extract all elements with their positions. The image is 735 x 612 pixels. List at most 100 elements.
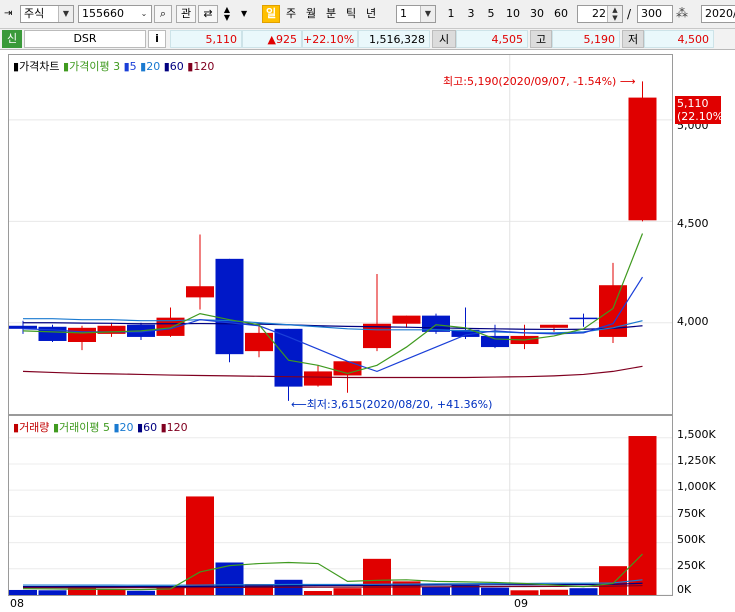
watchlist-label: 관: [180, 7, 192, 20]
stock-code-input[interactable]: 155660 ⌄: [78, 5, 152, 23]
ma20-period: 20: [146, 60, 161, 73]
market-type-value: 주식: [24, 7, 45, 20]
vol-ma120-period: 120: [166, 421, 188, 434]
candle-body-6: [186, 286, 214, 298]
y-tick-4500: 4,500: [677, 217, 709, 230]
vol-tick-250k: 250K: [677, 559, 706, 572]
volume-bar-14: [422, 586, 450, 595]
volume-bar-12: [363, 558, 391, 595]
x-tick-september: 09: [514, 597, 528, 610]
candle-body-21: [628, 97, 657, 221]
search-button[interactable]: ⌕: [154, 5, 172, 23]
period-tab-5[interactable]: 년: [362, 5, 380, 23]
period-tab-0[interactable]: 일: [262, 5, 280, 23]
vol-ma20-period: 20: [119, 421, 134, 434]
candle-body-0: [9, 325, 37, 329]
open-label: 시: [432, 30, 456, 48]
watchlist-button[interactable]: 관: [176, 5, 196, 23]
chart-toolbar: ⇥ 주식 ▼ 155660 ⌄ ⌕ 관 ⇄ ▲ ▼ ▼ 일주월분틱년 1 ▼ 1…: [0, 0, 735, 29]
more-dropdown-icon[interactable]: ▼: [241, 9, 247, 18]
period-tab-1[interactable]: 주: [282, 5, 300, 23]
chevron-down-icon[interactable]: ▼: [420, 6, 435, 22]
low-label: 저: [622, 30, 644, 48]
vol-tick-500k: 500K: [677, 533, 706, 546]
volume-y-axis: 1,500K 1,250K 1,000K 750K 500K 250K 0K: [673, 415, 735, 596]
x-axis: 08 09: [8, 596, 673, 612]
candle-body-19: [569, 317, 598, 320]
chevron-down-icon[interactable]: ▼: [58, 6, 73, 22]
volume-bar-1: [38, 590, 67, 595]
vol-tick-1500k: 1,500K: [677, 428, 716, 441]
vol-tick-750k: 750K: [677, 507, 706, 520]
scroll-stepper[interactable]: ▲ ▼: [220, 5, 234, 23]
volume-bar-17: [510, 590, 539, 595]
volume-bar-4: [127, 590, 155, 595]
link-button[interactable]: ⇄: [198, 5, 218, 23]
volume-bar-20: [599, 566, 627, 595]
interval-button-10[interactable]: 10: [502, 5, 524, 23]
low-annotation: ⟵최저:3,615(2020/08/20, +41.36%): [291, 396, 492, 412]
interval-select[interactable]: 1 ▼: [396, 5, 436, 23]
price-ma5-line: [22, 276, 644, 373]
interval-button-60[interactable]: 60: [550, 5, 572, 23]
period-tab-4[interactable]: 틱: [342, 5, 360, 23]
candle-body-13: [392, 315, 421, 324]
count-value: 22: [592, 7, 606, 20]
panel-toggle-icon[interactable]: ⇥: [4, 8, 16, 20]
candle-body-7: [215, 258, 244, 355]
low-annotation-text: 최저:3,615(2020/08/20, +41.36%): [306, 398, 493, 411]
ma5-period: 5: [129, 60, 137, 73]
count-input[interactable]: 22 ▲ ▼: [577, 5, 623, 23]
volume-bar-11: [333, 588, 362, 595]
separator-slash: /: [627, 7, 632, 21]
candle-body-18: [540, 324, 568, 328]
stock-info-button[interactable]: i: [148, 30, 166, 48]
stock-name-label: DSR: [73, 32, 97, 45]
price-ma3-line: [22, 233, 644, 375]
market-type-select[interactable]: 주식 ▼: [20, 5, 74, 23]
current-price: 5,110: [170, 30, 242, 48]
ma120-period: 120: [193, 60, 215, 73]
candle-body-2: [68, 327, 96, 342]
volume-chart-svg: [9, 416, 672, 595]
period-tab-2[interactable]: 월: [302, 5, 320, 23]
price-chart-pane[interactable]: ▮가격차트 ▮가격이평 3 ▮5 ▮20 ▮60 ▮120 최고:5,190(2…: [8, 54, 673, 415]
stock-code-value: 155660: [82, 7, 124, 20]
high-annotation-text: 최고:5,190(2020/09/07, -1.54%): [443, 75, 617, 88]
interval-button-1[interactable]: 1: [442, 5, 460, 23]
interval-button-5[interactable]: 5: [482, 5, 500, 23]
count-stepper[interactable]: ▲ ▼: [607, 6, 622, 22]
open-price: 4,505: [456, 30, 528, 48]
vol-ma5-period: 5: [102, 421, 110, 434]
price-ma-title: 가격이평: [69, 60, 110, 73]
low-price: 4,500: [644, 30, 714, 48]
period-tab-3[interactable]: 분: [322, 5, 340, 23]
candle-body-8: [245, 332, 273, 352]
volume-legend: ▮거래량 ▮거래이평 5 ▮20 ▮60 ▮120: [13, 419, 188, 435]
volume-bar-3: [97, 589, 126, 595]
volume-chart-pane[interactable]: ▮거래량 ▮거래이평 5 ▮20 ▮60 ▮120: [8, 415, 673, 596]
ma60-period: 60: [169, 60, 184, 73]
current-price-tag-pct: (22.10%): [677, 110, 728, 123]
stock-name[interactable]: DSR: [24, 30, 146, 48]
settings-grid-icon[interactable]: ⁂: [676, 6, 688, 20]
total-count-input[interactable]: 300: [637, 5, 673, 23]
vol-ma60-period: 60: [143, 421, 158, 434]
interval-button-3[interactable]: 3: [462, 5, 480, 23]
volume-bar-6: [186, 496, 214, 595]
volume-bar-10: [304, 591, 332, 595]
current-price-tag-value: 5,110: [677, 97, 709, 110]
vol-tick-1250k: 1,250K: [677, 454, 716, 467]
chevron-down-icon[interactable]: ⌄: [137, 6, 151, 22]
total-count-value: 300: [641, 7, 662, 20]
date-input[interactable]: 2020/: [701, 5, 735, 23]
interval-button-30[interactable]: 30: [526, 5, 548, 23]
caret-down-icon[interactable]: ▼: [221, 14, 233, 22]
arrow-right-icon: ⟶: [616, 75, 636, 88]
price-legend: ▮가격차트 ▮가격이평 3 ▮5 ▮20 ▮60 ▮120: [13, 58, 214, 74]
high-annotation: 최고:5,190(2020/09/07, -1.54%) ⟶: [443, 73, 636, 89]
price-chart-svg: [9, 55, 672, 414]
vol-tick-1000k: 1,000K: [677, 480, 716, 493]
info-icon: i: [155, 32, 159, 45]
link-icon: ⇄: [203, 7, 213, 20]
